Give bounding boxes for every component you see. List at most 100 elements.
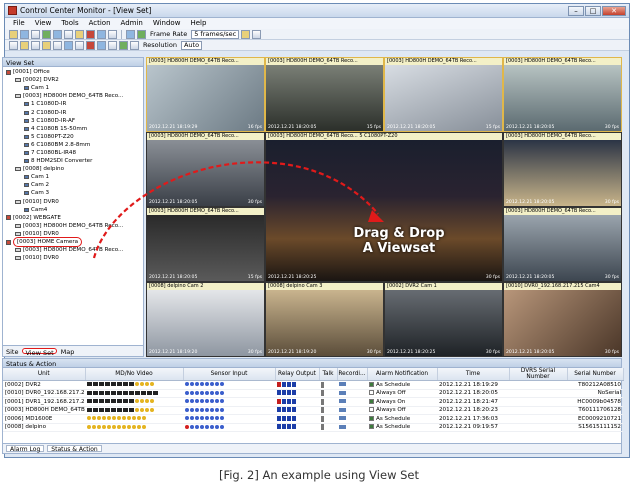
video-tile[interactable]: [0003] HD800H DEMO_64TB Reco... 2012.12.2… bbox=[146, 57, 265, 132]
video-tile[interactable]: [0003] HD800H DEMO_64TB Reco... 2012.12.2… bbox=[503, 57, 622, 132]
microphone-icon[interactable] bbox=[321, 424, 324, 430]
tree-node[interactable]: [0003] HD800H DEMO_64TB Reco... bbox=[3, 246, 143, 254]
record-icon[interactable] bbox=[339, 407, 346, 412]
alarm-checkbox[interactable] bbox=[369, 398, 374, 404]
print-icon[interactable] bbox=[31, 29, 40, 39]
tree-node[interactable]: [0002] DVR2 bbox=[3, 76, 143, 84]
tree-node[interactable]: 3 C1080D-IR-AF bbox=[3, 117, 143, 125]
tab-site[interactable]: Site bbox=[6, 348, 18, 356]
video-tile[interactable]: [0002] DVR2 Cam 1 2012.12.21 18:20:25 30 f… bbox=[384, 282, 503, 357]
alarm-cell[interactable]: Always On bbox=[367, 397, 437, 407]
maximize-button[interactable]: □ bbox=[585, 5, 601, 16]
help-icon[interactable] bbox=[252, 29, 262, 39]
video-tile[interactable]: [0003] HD800H DEMO_64TB Reco... 2012.12.2… bbox=[146, 207, 265, 282]
record-cell[interactable] bbox=[337, 389, 367, 398]
video-tile[interactable]: [0003] HD800H DEMO_64TB Reco... 2012.12.2… bbox=[146, 132, 265, 207]
tree-node[interactable]: 6 C1080BM 2.8-8mm bbox=[3, 141, 143, 149]
column-header[interactable]: Talk bbox=[319, 368, 338, 381]
sequence-icon[interactable] bbox=[119, 40, 128, 50]
layout-16-icon[interactable] bbox=[42, 40, 51, 50]
tree-node[interactable]: [0010] DVR0 bbox=[3, 254, 143, 262]
record-icon[interactable] bbox=[86, 40, 95, 50]
tree-node[interactable]: [0002] WEBGATE bbox=[3, 214, 143, 222]
tab-alarm-log[interactable]: Alarm Log bbox=[6, 445, 45, 453]
table-row[interactable]: [0001] DVR1_192.168.217.2... Always On 201… bbox=[3, 397, 623, 407]
audio-icon[interactable] bbox=[108, 40, 117, 50]
minimize-button[interactable]: – bbox=[568, 5, 584, 16]
record-icon[interactable] bbox=[339, 382, 346, 387]
video-tile[interactable]: [0010] DVR0_192.168.217.215 Cam4 2012.12.… bbox=[503, 282, 622, 357]
tree-node[interactable]: Cam 2 bbox=[3, 181, 143, 189]
alarm-cell[interactable]: As Schedule bbox=[367, 380, 437, 390]
video-tile[interactable]: [0008] delpino Cam 3 2012.12.21 18:19:20 3… bbox=[265, 282, 384, 357]
alarm-cell[interactable]: Always Off bbox=[367, 406, 437, 415]
alarm-cell[interactable]: As Schedule bbox=[367, 414, 437, 424]
tree-node[interactable]: [0003] HOME Camera bbox=[3, 237, 143, 248]
menu-tools[interactable]: Tools bbox=[61, 19, 78, 28]
microphone-icon[interactable] bbox=[321, 407, 324, 413]
grid-icon[interactable] bbox=[97, 29, 106, 39]
menu-file[interactable]: File bbox=[13, 19, 25, 28]
talk-cell[interactable] bbox=[319, 414, 337, 424]
menu-action[interactable]: Action bbox=[89, 19, 111, 28]
record-cell[interactable] bbox=[337, 397, 367, 407]
tab-status-action[interactable]: Status & Action bbox=[47, 445, 102, 453]
table-row[interactable]: [0003] HD800H DEMO_64TB ... Always Off 201… bbox=[3, 406, 623, 415]
menu-view[interactable]: View bbox=[35, 19, 52, 28]
delete-icon[interactable] bbox=[86, 29, 95, 39]
fullscreen-icon[interactable] bbox=[75, 40, 84, 50]
record-icon[interactable] bbox=[339, 416, 346, 421]
open-icon[interactable] bbox=[9, 29, 18, 39]
alarm-checkbox[interactable] bbox=[369, 381, 374, 387]
layout-4-icon[interactable] bbox=[20, 40, 29, 50]
tree-node[interactable]: 5 C1080PT-Z20 bbox=[3, 133, 143, 141]
table-row[interactable]: [0006] MD1600E As Schedule 2012.12.21 17:3… bbox=[3, 414, 623, 424]
microphone-icon[interactable] bbox=[321, 390, 324, 396]
video-tile[interactable]: [0003] HD800H DEMO_64TB Reco... 2012.12.2… bbox=[503, 207, 622, 282]
talk-cell[interactable] bbox=[319, 389, 337, 398]
tree-node[interactable]: Cam 3 bbox=[3, 189, 143, 197]
save-icon[interactable] bbox=[20, 29, 29, 39]
record-cell[interactable] bbox=[337, 414, 367, 424]
tree-node[interactable]: 2 C1080D-IR bbox=[3, 108, 143, 116]
settings-icon[interactable] bbox=[241, 29, 251, 39]
video-tile[interactable]: [0003] HD800H DEMO_64TB Reco... 5 C1080P… bbox=[265, 132, 503, 282]
record-icon[interactable] bbox=[339, 399, 346, 404]
talk-cell[interactable] bbox=[319, 406, 337, 415]
tree-node[interactable]: Cam4 bbox=[3, 206, 143, 214]
talk-cell[interactable] bbox=[319, 380, 337, 390]
alarm-checkbox[interactable] bbox=[369, 407, 374, 413]
table-row[interactable]: [0010] DVR0_192.168.217.2... Always Off 20… bbox=[3, 389, 623, 398]
tab-view-set[interactable]: View Set bbox=[22, 348, 57, 357]
play-icon[interactable] bbox=[137, 29, 146, 39]
tree-node[interactable]: Cam 1 bbox=[3, 173, 143, 181]
table-row[interactable]: [0008] delpino As Schedule 2012.12.21 09:1… bbox=[3, 423, 623, 432]
column-header[interactable]: Relay Output bbox=[275, 368, 320, 381]
alarm-cell[interactable]: As Schedule bbox=[367, 423, 437, 432]
close-button[interactable]: ✕ bbox=[602, 5, 626, 16]
alarm-checkbox[interactable] bbox=[369, 424, 374, 430]
microphone-icon[interactable] bbox=[321, 381, 324, 388]
column-header[interactable]: Unit bbox=[3, 368, 86, 381]
snapshot-icon[interactable] bbox=[97, 40, 106, 50]
copy-icon[interactable] bbox=[64, 29, 73, 39]
menu-admin[interactable]: Admin bbox=[121, 19, 143, 28]
tree-node[interactable]: 4 C1080B 15-50mm bbox=[3, 125, 143, 133]
layout-icon[interactable] bbox=[108, 29, 117, 39]
tree-node[interactable]: [0010] DVR0 bbox=[3, 198, 143, 206]
menu-help[interactable]: Help bbox=[190, 19, 206, 28]
resolution-select[interactable]: Auto bbox=[180, 40, 203, 50]
column-header[interactable]: Serial Number bbox=[567, 368, 624, 381]
column-header[interactable]: Alarm Notification bbox=[367, 368, 438, 381]
tab-map[interactable]: Map bbox=[61, 348, 75, 356]
column-header[interactable]: Sensor Input bbox=[183, 368, 276, 381]
talk-cell[interactable] bbox=[319, 397, 337, 407]
tree-node[interactable]: [0003] HD800H DEMO_64TB Reco... bbox=[3, 222, 143, 230]
menu-window[interactable]: Window bbox=[153, 19, 181, 28]
search-icon[interactable] bbox=[53, 29, 62, 39]
record-icon[interactable] bbox=[339, 390, 346, 395]
column-header[interactable]: MD/No Video bbox=[85, 368, 184, 381]
record-cell[interactable] bbox=[337, 406, 367, 415]
record-icon[interactable] bbox=[339, 424, 346, 429]
column-header[interactable]: Time bbox=[437, 368, 510, 381]
